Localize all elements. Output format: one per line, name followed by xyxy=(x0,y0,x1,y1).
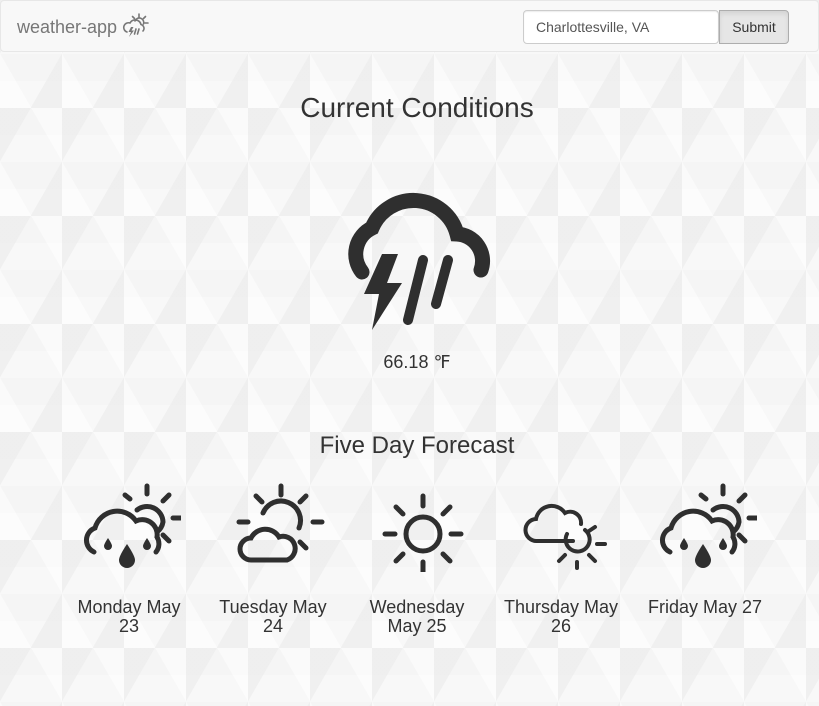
forecast-day-label: Monday May 23 xyxy=(77,597,181,636)
forecast-title: Five Day Forecast xyxy=(319,432,515,459)
current-temperature: 66.18 ℉ xyxy=(383,352,451,372)
current-conditions-title: Current Conditions xyxy=(300,92,534,123)
submit-button[interactable]: Submit xyxy=(719,10,789,44)
cloud-sun-icon xyxy=(523,503,607,570)
brand-label[interactable]: weather-app xyxy=(17,17,117,38)
sun-cloud-rain-icon xyxy=(84,483,181,568)
forecast-day: Wednesday May 25 xyxy=(357,482,477,636)
forecast-day: Friday May 27 xyxy=(645,482,765,617)
forecast-day-label: Tuesday May 24 xyxy=(219,597,327,636)
forecast-day: Tuesday May 24 xyxy=(213,482,333,636)
forecast-day-label: Wednesday May 25 xyxy=(369,597,465,636)
thunderstorm-rain-icon xyxy=(348,192,491,330)
forecast-day-label: Thursday May 26 xyxy=(503,597,619,636)
location-search-input[interactable] xyxy=(523,10,719,44)
sun-icon xyxy=(382,493,464,572)
forecast-day: Thursday May 26 xyxy=(501,482,621,636)
forecast-day-label: Friday May 27 xyxy=(647,597,763,617)
sun-cloud-rain-icon xyxy=(660,483,757,568)
forecast-day: Monday May 23 xyxy=(69,482,189,636)
brand[interactable]: weather-app xyxy=(17,13,149,40)
thunder-cloud-sun-icon xyxy=(123,13,149,37)
navbar: weather-app Submit xyxy=(0,0,819,52)
sun-cloud-icon xyxy=(236,483,325,563)
